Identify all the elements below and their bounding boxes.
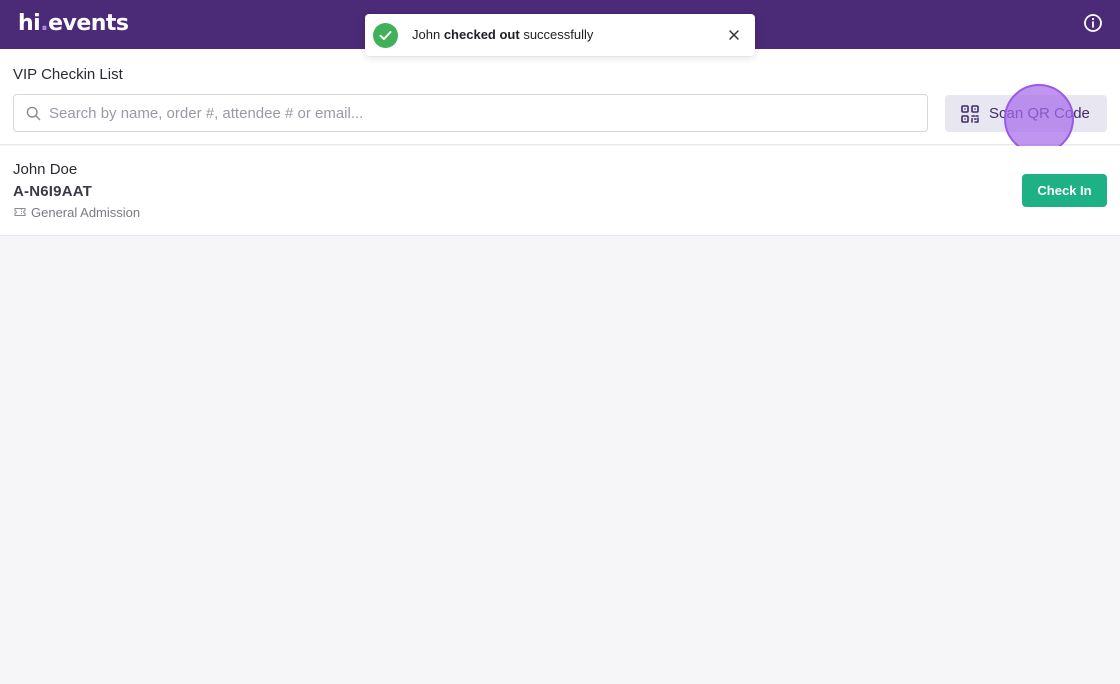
toast-message-emphasis: checked out <box>443 27 520 42</box>
success-toast: John checked out successfully <box>365 14 755 56</box>
search-input[interactable] <box>49 95 909 131</box>
search-field[interactable] <box>13 94 928 132</box>
ticket-type-label: General Admission <box>31 205 141 220</box>
toast-message-prefix: John <box>412 27 441 42</box>
logo-text-events: events <box>48 11 129 36</box>
search-icon <box>26 106 41 121</box>
hi-events-logo[interactable]: hi.events <box>18 9 129 39</box>
logo-dot: . <box>40 11 49 36</box>
check-in-button[interactable]: Check In <box>1022 174 1107 207</box>
info-icon[interactable] <box>1082 12 1104 34</box>
click-indicator <box>1004 84 1074 154</box>
ticket-icon <box>14 208 26 216</box>
attendee-row: John Doe A-N6I9AAT General Admission Che… <box>0 146 1120 236</box>
toast-message: John checked out successfully <box>412 27 593 42</box>
checkin-list-header: VIP Checkin List Scan QR Code <box>0 49 1120 145</box>
check-circle-icon <box>373 23 398 48</box>
attendee-name: John Doe <box>13 161 78 178</box>
logo-text-hi: hi <box>18 11 41 36</box>
close-icon[interactable] <box>726 27 742 43</box>
qr-code-icon <box>961 105 979 123</box>
toast-message-suffix: successfully <box>523 27 594 42</box>
checkin-list-title: VIP Checkin List <box>13 66 123 83</box>
attendee-public-id: A-N6I9AAT <box>13 183 93 200</box>
